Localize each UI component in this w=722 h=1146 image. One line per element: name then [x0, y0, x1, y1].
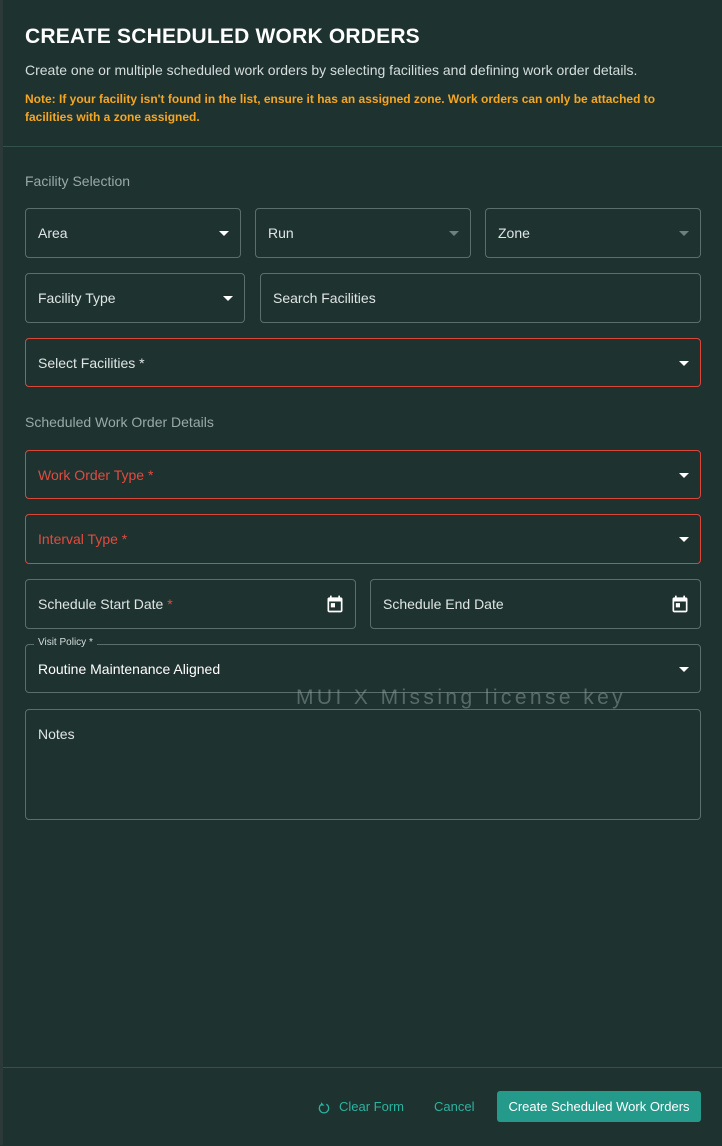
schedule-end-date-field[interactable]: Schedule End Date [370, 579, 701, 629]
zone-note: Note: If your facility isn't found in th… [25, 92, 656, 124]
panel-edge [0, 0, 3, 1145]
run-select[interactable]: Run [255, 208, 471, 258]
facility-type-label: Facility Type [38, 290, 116, 306]
work-order-details-heading: Scheduled Work Order Details [25, 414, 214, 430]
chevron-down-icon [223, 296, 233, 301]
interval-type-label: Interval Type * [38, 531, 128, 547]
area-select[interactable]: Area [25, 208, 241, 258]
chevron-down-icon [679, 360, 689, 366]
visit-policy-select[interactable]: Visit Policy * Routine Maintenance Align… [25, 637, 701, 693]
dialog-title: CREATE SCHEDULED WORK ORDERS [25, 25, 420, 48]
refresh-icon [318, 1101, 330, 1114]
visit-policy-value: Routine Maintenance Aligned [38, 660, 221, 677]
dialog-subtitle: Create one or multiple scheduled work or… [25, 62, 638, 78]
chevron-down-icon [679, 537, 689, 542]
clear-form-button[interactable]: Clear Form [317, 1092, 404, 1122]
select-facilities-label: Select Facilities * [38, 354, 145, 371]
notes-textarea[interactable]: Notes [25, 709, 701, 820]
cancel-button[interactable]: Cancel [434, 1092, 474, 1122]
search-facilities-input[interactable]: Search Facilities [260, 273, 701, 323]
area-select-label: Area [38, 225, 68, 241]
zone-select[interactable]: Zone [485, 208, 701, 258]
dialog-header: CREATE SCHEDULED WORK ORDERS Create one … [3, 0, 722, 147]
calendar-icon[interactable] [670, 594, 690, 614]
chevron-down-icon [679, 666, 689, 672]
search-facilities-placeholder: Search Facilities [273, 290, 376, 306]
chevron-down-icon [449, 231, 459, 236]
interval-type-select[interactable]: Interval Type * [25, 514, 701, 564]
select-facilities-select[interactable]: Select Facilities * [25, 338, 701, 387]
work-order-type-select[interactable]: Work Order Type * [25, 450, 701, 499]
run-select-label: Run [268, 225, 294, 241]
work-order-type-label: Work Order Type * [38, 466, 154, 483]
visit-policy-legend: Visit Policy * [34, 637, 97, 648]
facility-selection-heading: Facility Selection [25, 173, 131, 189]
zone-select-label: Zone [498, 225, 530, 241]
chevron-down-icon [679, 472, 689, 478]
create-scheduled-work-orders-button[interactable]: Create Scheduled Work Orders [497, 1091, 701, 1122]
calendar-icon[interactable] [325, 594, 345, 614]
start-date-label: Schedule Start Date * [38, 596, 173, 612]
notes-label: Notes [38, 726, 75, 742]
schedule-start-date-field[interactable]: Schedule Start Date * [25, 579, 356, 629]
clear-form-label: Clear Form [339, 1099, 405, 1114]
chevron-down-icon [679, 231, 689, 236]
chevron-down-icon [219, 231, 229, 236]
facility-type-select[interactable]: Facility Type [25, 273, 245, 323]
end-date-label: Schedule End Date [383, 596, 504, 612]
